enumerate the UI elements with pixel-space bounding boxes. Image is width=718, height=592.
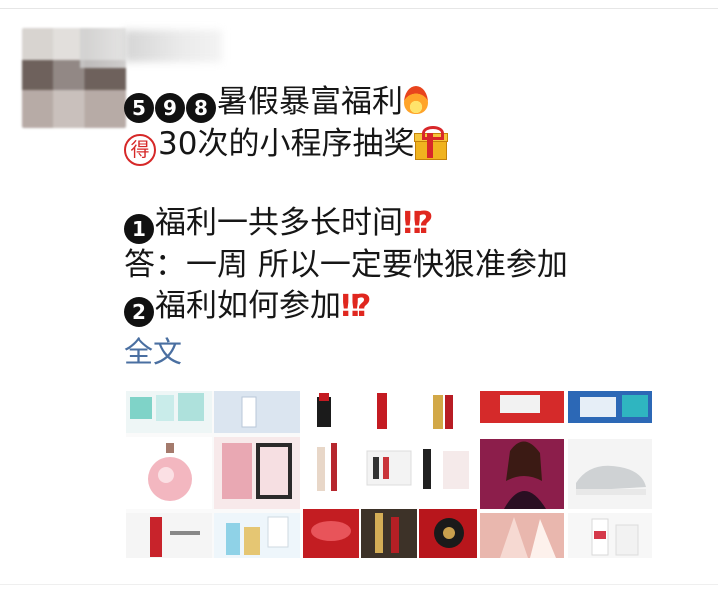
full-text-link[interactable]: 全文 <box>124 329 182 371</box>
circled-number: 1 <box>124 214 154 244</box>
exclamation-question-icon: ‼? <box>403 206 433 241</box>
post-line-4: 答：一周 所以一定要快狠准参加 <box>124 246 568 283</box>
circled-number: 8 <box>186 93 216 123</box>
post-line-3-text: 福利一共多长时间 <box>155 205 403 241</box>
circled-number: 5 <box>124 93 154 123</box>
product-image-lipstick[interactable] <box>303 391 477 558</box>
post-line-2: 得 30次的小程序抽奖 <box>124 124 684 166</box>
mixed-collage-icon <box>480 391 652 558</box>
post-line-3: 1 福利一共多长时间‼? <box>124 203 684 245</box>
post-line-1: 5 9 8 暑假暴富福利 <box>124 82 684 124</box>
post-line-2-text: 30次的小程序抽奖 <box>158 125 415 162</box>
bottom-divider <box>0 584 718 585</box>
circled-de-badge: 得 <box>124 133 156 166</box>
post-line-5-text: 福利如何参加 <box>155 288 341 324</box>
top-divider <box>0 8 718 9</box>
post-text: 5 9 8 暑假暴富福利 得 30次的小程序抽奖 1 福利一共多长时间‼? 答：一周 所以… <box>124 82 684 328</box>
product-image-mixed[interactable] <box>480 391 652 558</box>
post-line-1-text: 暑假暴富福利 <box>217 84 403 120</box>
username[interactable] <box>124 30 222 62</box>
gift-icon <box>414 125 449 160</box>
exclamation-question-icon: ‼? <box>341 289 371 324</box>
fire-icon <box>403 82 429 116</box>
circled-number: 9 <box>155 93 185 123</box>
avatar[interactable] <box>22 28 126 128</box>
circled-number: 2 <box>124 297 154 327</box>
product-image-perfume[interactable] <box>126 391 300 558</box>
lipstick-collage-icon <box>303 391 477 558</box>
post-line-5: 2 福利如何参加‼? <box>124 286 684 328</box>
perfume-collage-icon <box>126 391 300 558</box>
